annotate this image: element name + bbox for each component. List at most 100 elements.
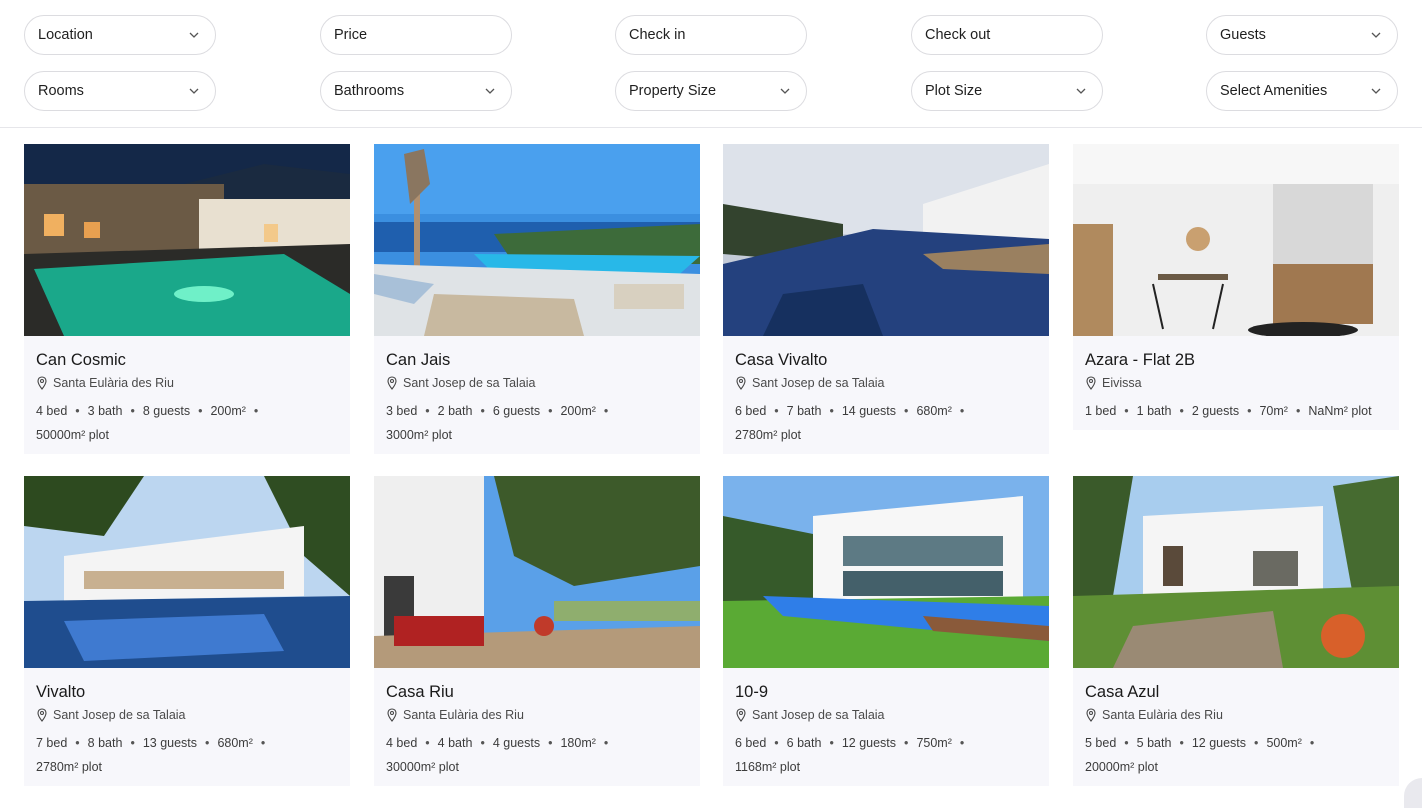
price-filter[interactable]: Price [320, 15, 512, 55]
listing-photo[interactable] [723, 144, 1049, 336]
scroll-corner [1404, 778, 1422, 808]
guests: 2 guests [1191, 404, 1240, 418]
size: 500m² [1266, 736, 1302, 750]
chevron-down-icon [1369, 84, 1383, 98]
guests-filter-label: Guests [1220, 27, 1266, 43]
map-pin-icon [1086, 376, 1096, 390]
plot: 20000m² plot [1085, 760, 1158, 774]
location-filter[interactable]: Location [24, 15, 216, 55]
listing-card[interactable]: Can Jais Sant Josep de sa Talaia 3 bed • 2… [374, 144, 700, 454]
listing-stats: 3 bed • 2 bath • 6 guests • 200m² • 3000m² plot [386, 404, 609, 442]
listing-title[interactable]: Azara - Flat 2B [1085, 350, 1387, 370]
property-size-filter[interactable]: Property Size [615, 71, 807, 111]
map-pin-icon [387, 708, 397, 722]
listing-photo[interactable] [1073, 476, 1399, 668]
rooms-filter[interactable]: Rooms [24, 71, 216, 111]
chevron-down-icon [483, 84, 497, 98]
guests: 8 guests [142, 404, 191, 418]
listing-card[interactable]: Casa Azul Santa Eulària des Riu 5 bed • 5 … [1073, 476, 1399, 786]
listing-title[interactable]: 10-9 [735, 682, 1037, 702]
listing-location: Santa Eulària des Riu [386, 707, 688, 723]
listing-title[interactable]: Can Cosmic [36, 350, 338, 370]
rooms-filter-label: Rooms [38, 83, 84, 99]
plot: 2780m² plot [36, 760, 103, 774]
listing-location: Santa Eulària des Riu [1085, 707, 1387, 723]
plot: 50000m² plot [36, 428, 109, 442]
chevron-down-icon [187, 28, 201, 42]
listing-card[interactable]: 10-9 Sant Josep de sa Talaia 6 bed • 6 bat… [723, 476, 1049, 786]
plot-size-filter[interactable]: Plot Size [911, 71, 1103, 111]
listing-title[interactable]: Can Jais [386, 350, 688, 370]
listing-stats: 7 bed • 8 bath • 13 guests • 680m² • 2780m² plot [36, 736, 266, 774]
listing-title[interactable]: Casa Azul [1085, 682, 1387, 702]
baths: 8 bath [87, 736, 123, 750]
check-in-label: Check in [629, 27, 686, 43]
beds: 7 bed [36, 736, 68, 750]
amenities-filter-label: Select Amenities [1220, 83, 1328, 99]
listing-stats: 4 bed • 4 bath • 4 guests • 180m² • 30000m² plot [386, 736, 609, 774]
baths: 6 bath [786, 736, 822, 750]
listing-card[interactable]: Can Cosmic Santa Eulària des Riu 4 bed • 3… [24, 144, 350, 454]
plot: 30000m² plot [386, 760, 459, 774]
property-size-filter-label: Property Size [629, 83, 717, 99]
listing-title[interactable]: Vivalto [36, 682, 338, 702]
map-pin-icon [37, 376, 47, 390]
map-pin-icon [736, 708, 746, 722]
map-pin-icon [736, 376, 746, 390]
price-filter-label: Price [334, 27, 368, 43]
plot-size-filter-label: Plot Size [925, 83, 983, 99]
listing-card[interactable]: Azara - Flat 2B Eivissa 1 bed • 1 bath • 2 g… [1073, 144, 1399, 430]
listing-photo[interactable] [1073, 144, 1399, 336]
size: 180m² [560, 736, 596, 750]
listing-photo[interactable] [24, 476, 350, 668]
beds: 6 bed [735, 736, 767, 750]
plot: 3000m² plot [386, 428, 453, 442]
chevron-down-icon [778, 84, 792, 98]
listing-location-text: Sant Josep de sa Talaia [752, 376, 885, 390]
size: 200m² [210, 404, 246, 418]
beds: 4 bed [386, 736, 418, 750]
listing-location-text: Sant Josep de sa Talaia [53, 708, 186, 722]
guests: 12 guests [841, 736, 897, 750]
bathrooms-filter-label: Bathrooms [334, 83, 405, 99]
listing-photo[interactable] [24, 144, 350, 336]
chevron-down-icon [187, 84, 201, 98]
check-out-field[interactable]: Check out [911, 15, 1103, 55]
bathrooms-filter[interactable]: Bathrooms [320, 71, 512, 111]
listing-photo[interactable] [374, 476, 700, 668]
guests-filter[interactable]: Guests [1206, 15, 1398, 55]
location-filter-label: Location [38, 27, 93, 43]
listing-location: Sant Josep de sa Talaia [36, 707, 338, 723]
listing-location-text: Sant Josep de sa Talaia [403, 376, 536, 390]
guests: 4 guests [492, 736, 541, 750]
guests: 12 guests [1191, 736, 1247, 750]
size: 680m² [217, 736, 253, 750]
listing-location-text: Eivissa [1102, 376, 1142, 390]
guests: 13 guests [142, 736, 198, 750]
amenities-filter[interactable]: Select Amenities [1206, 71, 1398, 111]
listing-title[interactable]: Casa Vivalto [735, 350, 1037, 370]
check-in-field[interactable]: Check in [615, 15, 807, 55]
map-pin-icon [1086, 708, 1096, 722]
listing-photo[interactable] [374, 144, 700, 336]
beds: 6 bed [735, 404, 767, 418]
listing-title[interactable]: Casa Riu [386, 682, 688, 702]
listing-photo[interactable] [723, 476, 1049, 668]
listing-location-text: Santa Eulària des Riu [1102, 708, 1223, 722]
check-out-label: Check out [925, 27, 991, 43]
listing-card[interactable]: Casa Vivalto Sant Josep de sa Talaia 6 b… [723, 144, 1049, 454]
baths: 2 bath [437, 404, 473, 418]
listing-card[interactable]: Casa Riu Santa Eulària des Riu 4 bed • 4 b… [374, 476, 700, 786]
listing-stats: 1 bed • 1 bath • 2 guests • 70m² • NaNm² plot [1085, 404, 1372, 418]
map-pin-icon [387, 376, 397, 390]
map-pin-icon [37, 708, 47, 722]
beds: 1 bed [1085, 404, 1117, 418]
listing-location-text: Santa Eulària des Riu [403, 708, 524, 722]
baths: 5 bath [1136, 736, 1172, 750]
listing-location-text: Sant Josep de sa Talaia [752, 708, 885, 722]
listing-stats: 6 bed • 7 bath • 14 guests • 680m² • 2780m² plot [735, 404, 965, 442]
chevron-down-icon [1369, 28, 1383, 42]
beds: 3 bed [386, 404, 418, 418]
listing-location: Sant Josep de sa Talaia [735, 375, 1037, 391]
listing-card[interactable]: Vivalto Sant Josep de sa Talaia 7 bed • 8 … [24, 476, 350, 786]
